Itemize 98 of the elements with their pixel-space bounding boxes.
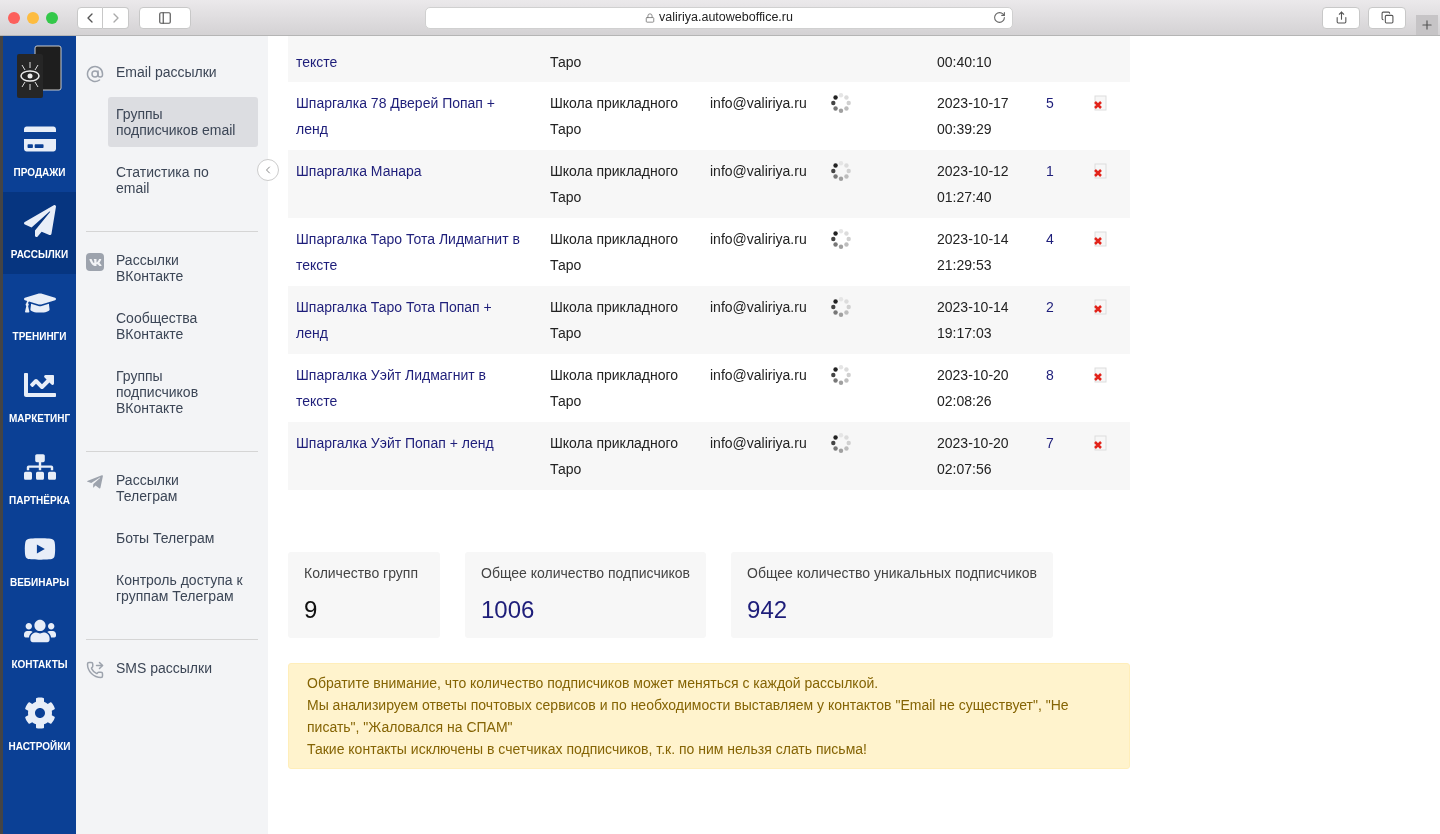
time-cell-text: 00:39:29: [937, 120, 993, 139]
settings-icon: [23, 696, 56, 729]
group-name-link[interactable]: тексте: [296, 49, 338, 75]
group-name-link[interactable]: Шпаргалка Таро Тота Лидмагнит в тексте: [296, 226, 520, 278]
logo-drawing: [14, 44, 65, 100]
sidebar-toggle-button[interactable]: [139, 6, 191, 29]
loading-spinner-icon: [830, 160, 852, 182]
sidebar-icon: [158, 10, 172, 25]
time-cell-text: 01:27:40: [937, 188, 993, 207]
loading-spinner-icon: [830, 92, 852, 114]
nav-item[interactable]: ПАРТНЁРКА: [3, 438, 76, 520]
school-cell: Школа прикладного Таро: [550, 231, 679, 273]
group-name-link[interactable]: Шпаргалка Таро Тота Попап + ленд: [296, 294, 492, 346]
stat-label: Общее количество уникальных подписчиков: [747, 564, 1037, 583]
close-window-icon[interactable]: [8, 11, 20, 24]
delete-icon[interactable]: [1092, 95, 1108, 111]
loading-spinner-icon: [830, 432, 852, 454]
date-cell-text: 2023-10-17: [937, 94, 1010, 113]
nav-item[interactable]: НАСТРОЙКИ: [3, 684, 76, 766]
nav-item[interactable]: ВЕБИНАРЫ: [3, 520, 76, 602]
count-cell: 5: [1046, 95, 1054, 111]
group-name-link[interactable]: Шпаргалка 78 Дверей Попап + ленд: [296, 90, 495, 142]
group-name-link[interactable]: Шпаргалка Уэйт Лидмагнит в тексте: [296, 362, 486, 414]
submenu-item[interactable]: Рассылки ВКонтакте: [108, 243, 258, 293]
date-cell-text: 2023-10-14: [937, 230, 1010, 249]
email-cell: info@valiriya.ru: [710, 231, 807, 247]
time-cell-text: 02:08:26: [937, 392, 993, 411]
time-cell-text: 19:17:03: [937, 324, 993, 343]
nav-item[interactable]: ПРОДАЖИ: [3, 110, 76, 192]
submenu-item[interactable]: Email рассылки: [108, 55, 258, 89]
time-cell-text: 21:29:53: [937, 256, 993, 275]
submenu-item[interactable]: SMS рассылки: [108, 651, 258, 685]
phone-icon: [86, 661, 104, 679]
email-cell: info@valiriya.ru: [710, 435, 807, 451]
paper-plane-icon: [23, 204, 56, 237]
share-icon: [1334, 11, 1348, 24]
date-cell-text: 2023-10-20: [937, 366, 1010, 385]
loading-spinner-icon: [830, 296, 852, 318]
count-cell: 1: [1046, 163, 1054, 179]
at-sign-icon: [86, 65, 104, 83]
group-name-link[interactable]: Шпаргалка Манара: [296, 158, 422, 184]
school-cell: Школа прикладного Таро: [550, 299, 679, 341]
stat-label: Общее количество подписчиков: [481, 564, 691, 583]
delete-icon[interactable]: [1092, 299, 1108, 315]
school-cell: Школа прикладного Таро: [550, 367, 679, 409]
school-cell: Школа прикладного Таро: [550, 435, 679, 477]
notice-text: Обратите внимание, что количество подписчиков может меняться с каждой рассылкой.: [307, 674, 880, 693]
loading-spinner-icon: [830, 364, 852, 386]
submenu-item[interactable]: Статистика по email: [108, 155, 258, 205]
share-button[interactable]: [1322, 6, 1360, 29]
count-cell: 7: [1046, 435, 1054, 451]
school-cell: Таро: [550, 54, 582, 70]
paper-plane-icon: [86, 473, 104, 491]
stat-label: Количество групп: [304, 564, 419, 583]
delete-icon[interactable]: [1092, 435, 1108, 451]
time-cell-text: 02:07:56: [937, 460, 993, 479]
lock-icon: [645, 12, 656, 23]
new-tab-button[interactable]: [1416, 15, 1438, 35]
email-cell: info@valiriya.ru: [710, 163, 807, 179]
submenu-item[interactable]: Группы подписчиков ВКонтакте: [108, 359, 258, 425]
submenu-item[interactable]: Рассылки Телеграм: [108, 463, 258, 513]
url-text: valiriya.autoweboffice.ru: [659, 9, 793, 27]
count-cell: 8: [1046, 367, 1054, 383]
tabs-icon: [1380, 11, 1394, 24]
address-bar[interactable]: valiriya.autoweboffice.ru: [425, 6, 1013, 29]
date-cell-text: 2023-10-20: [937, 434, 1010, 453]
email-cell: info@valiriya.ru: [710, 95, 807, 111]
reload-icon[interactable]: [993, 11, 1006, 24]
count-cell: 2: [1046, 299, 1054, 315]
count-cell: 4: [1046, 231, 1054, 247]
nav-item[interactable]: РАССЫЛКИ: [3, 192, 76, 274]
stat-value: 1006: [481, 595, 536, 625]
delete-icon[interactable]: [1092, 231, 1108, 247]
loading-spinner-icon: [830, 228, 852, 250]
nav-item[interactable]: МАРКЕТИНГ: [3, 356, 76, 438]
submenu-item[interactable]: Сообщества ВКонтакте: [108, 301, 258, 351]
email-cell: info@valiriya.ru: [710, 367, 807, 383]
time-cell-text: 00:40:10: [937, 53, 993, 72]
date-cell-text: 2023-10-12: [937, 162, 1010, 181]
plus-icon: [1420, 18, 1434, 32]
school-cell: Школа прикладного Таро: [550, 163, 679, 205]
stat-value: 9: [304, 595, 319, 625]
group-name-link[interactable]: Шпаргалка Уэйт Попап + ленд: [296, 430, 494, 456]
nav-item[interactable]: КОНТАКТЫ: [3, 602, 76, 684]
delete-icon[interactable]: [1092, 367, 1108, 383]
stat-value: 942: [747, 595, 789, 625]
notice-text: Мы анализируем ответы почтовых сервисов и по необходимости выставляем у контактов "Email не существует", "Не писать", "Жаловался на СПАМ": [307, 696, 1070, 737]
nav-item[interactable]: ТРЕНИНГИ: [3, 274, 76, 356]
school-cell: Школа прикладного Таро: [550, 95, 679, 137]
date-cell-text: 2023-10-14: [937, 298, 1010, 317]
email-cell: info@valiriya.ru: [710, 299, 807, 315]
submenu-item[interactable]: Боты Телеграм: [108, 521, 258, 555]
vk-icon: [86, 253, 104, 271]
notice-text: Такие контакты исключены в счетчиках подписчиков, т.к. по ним нельзя слать письма!: [307, 740, 868, 759]
tabs-button[interactable]: [1368, 6, 1406, 29]
delete-icon[interactable]: [1092, 163, 1108, 179]
submenu-item[interactable]: Группы подписчиков email: [108, 97, 258, 147]
submenu-item[interactable]: Контроль доступа к группам Телеграм: [108, 563, 258, 613]
